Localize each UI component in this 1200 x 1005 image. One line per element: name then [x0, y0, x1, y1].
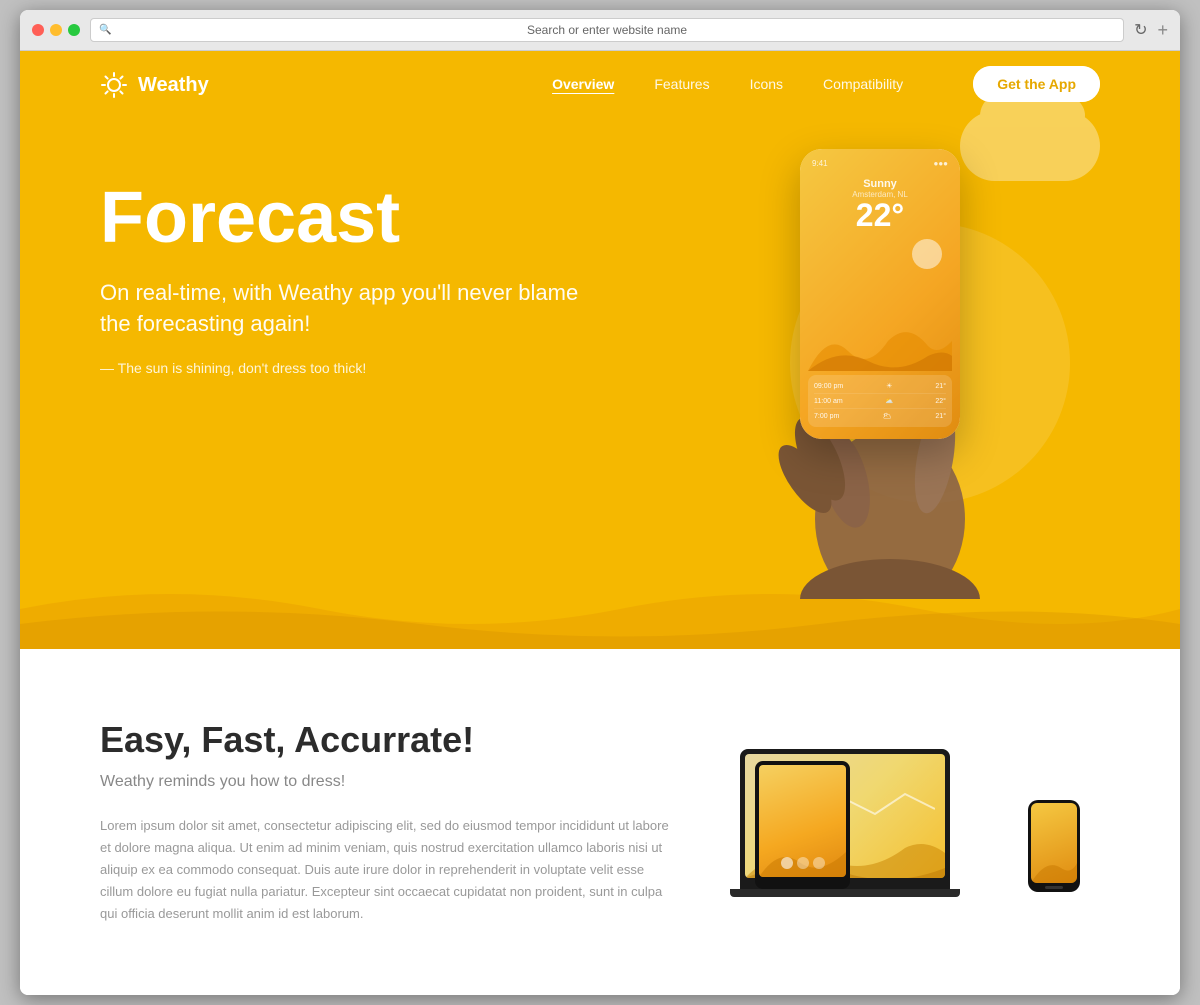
phone-forecast-row-1: 09:00 pm ☀ 21°: [814, 379, 946, 394]
page-content: Weathy Overview Features Icons Compatibi…: [20, 51, 1180, 995]
get-app-button[interactable]: Get the App: [973, 66, 1100, 102]
phone-forecast-row-3: 7:00 pm 🌥 21°: [814, 409, 946, 423]
phone-signal: ●●●: [934, 159, 949, 168]
forecast-time-3: 7:00 pm: [814, 413, 839, 420]
features-text: Easy, Fast, Accurrate! Weathy reminds yo…: [100, 719, 680, 925]
address-bar[interactable]: Search or enter website name: [90, 18, 1124, 42]
features-title: Easy, Fast, Accurrate!: [100, 719, 680, 761]
phone-hills-svg: [808, 321, 952, 371]
nav-item-icons[interactable]: Icons: [750, 76, 783, 94]
nav-item-overview[interactable]: Overview: [552, 76, 614, 94]
phone-temperature: 22°: [808, 199, 952, 231]
forecast-temp-1: 21°: [935, 383, 946, 390]
nav-links: Overview Features Icons Compatibility Ge…: [552, 76, 1100, 94]
features-body: Lorem ipsum dolor sit amet, consectetur …: [100, 815, 680, 925]
forecast-temp-3: 21°: [935, 413, 946, 420]
nav-item-features[interactable]: Features: [654, 76, 709, 94]
tablet-hills-svg: [759, 827, 846, 877]
small-phone-screen: [1031, 803, 1077, 883]
navigation: Weathy Overview Features Icons Compatibi…: [20, 51, 1180, 119]
sun-icon: [100, 71, 128, 99]
nav-link-compatibility[interactable]: Compatibility: [823, 76, 903, 92]
reload-button[interactable]: ↻: [1134, 20, 1147, 40]
forecast-time-2: 11:00 am: [814, 398, 843, 405]
browser-window: Search or enter website name ↻ +: [20, 10, 1180, 995]
hero-quote: — The sun is shining, don't dress too th…: [100, 360, 740, 376]
browser-chrome: Search or enter website name ↻ +: [20, 10, 1180, 51]
forecast-icon-3: 🌥: [883, 412, 892, 420]
hero-phone-mockup: 9:41 ●●● Sunny Amsterdam, NL 22°: [740, 129, 1120, 569]
small-phone-body: [1028, 800, 1080, 892]
logo: Weathy: [100, 71, 209, 99]
traffic-lights: [32, 24, 80, 36]
hero-subtitle: On real-time, with Weathy app you'll nev…: [100, 278, 580, 340]
forecast-temp-2: 22°: [935, 398, 946, 405]
tablet-body: [755, 761, 850, 889]
features-devices: 26°: [740, 732, 1100, 912]
hero-content: Forecast On real-time, with Weathy app y…: [20, 119, 1180, 649]
phone-device: 9:41 ●●● Sunny Amsterdam, NL 22°: [800, 149, 960, 439]
features-subtitle: Weathy reminds you how to dress!: [100, 773, 680, 791]
hero-title: Forecast: [100, 179, 740, 258]
small-phone-hills-svg: [1031, 843, 1077, 883]
nav-link-icons[interactable]: Icons: [750, 76, 783, 92]
tablet-icon-2: [797, 857, 809, 869]
minimize-button[interactable]: [50, 24, 62, 36]
phone-screen: 9:41 ●●● Sunny Amsterdam, NL 22°: [800, 149, 960, 439]
nav-cta-item[interactable]: Get the App: [943, 76, 1100, 94]
phone-sun-decoration: [912, 239, 942, 269]
forecast-time-1: 09:00 pm: [814, 383, 843, 390]
phone-forecast-row-2: 11:00 am ⛅ 22°: [814, 394, 946, 409]
tablet-icon-3: [813, 857, 825, 869]
close-button[interactable]: [32, 24, 44, 36]
forecast-icon-1: ☀: [886, 382, 892, 390]
phone-status-bar: 9:41 ●●●: [808, 157, 952, 170]
tablet-icon-1: [781, 857, 793, 869]
hero-text: Forecast On real-time, with Weathy app y…: [100, 149, 740, 376]
small-phone-mockup: [1028, 800, 1080, 892]
nav-link-features[interactable]: Features: [654, 76, 709, 92]
phone-weather-main: Sunny Amsterdam, NL 22°: [808, 170, 952, 237]
address-bar-text: Search or enter website name: [527, 23, 687, 37]
phone-time: 9:41: [812, 159, 828, 168]
nav-item-compatibility[interactable]: Compatibility: [823, 76, 903, 94]
new-tab-button[interactable]: +: [1157, 20, 1168, 41]
nav-link-overview[interactable]: Overview: [552, 76, 614, 92]
hero-section: Weathy Overview Features Icons Compatibi…: [20, 51, 1180, 649]
tablet-icons-row: [781, 857, 825, 869]
features-section: Easy, Fast, Accurrate! Weathy reminds yo…: [20, 649, 1180, 995]
small-phone-home-indicator: [1045, 886, 1063, 889]
phone-weather-condition: Sunny: [808, 178, 952, 190]
laptop-base: [730, 889, 960, 897]
tablet-mockup: [755, 761, 850, 889]
phone-forecast: 09:00 pm ☀ 21° 11:00 am ⛅ 22°: [808, 375, 952, 427]
logo-text: Weathy: [138, 74, 209, 97]
forecast-icon-2: ⛅: [885, 397, 894, 405]
maximize-button[interactable]: [68, 24, 80, 36]
phone-scene: [808, 237, 952, 371]
tablet-screen: [759, 765, 846, 877]
